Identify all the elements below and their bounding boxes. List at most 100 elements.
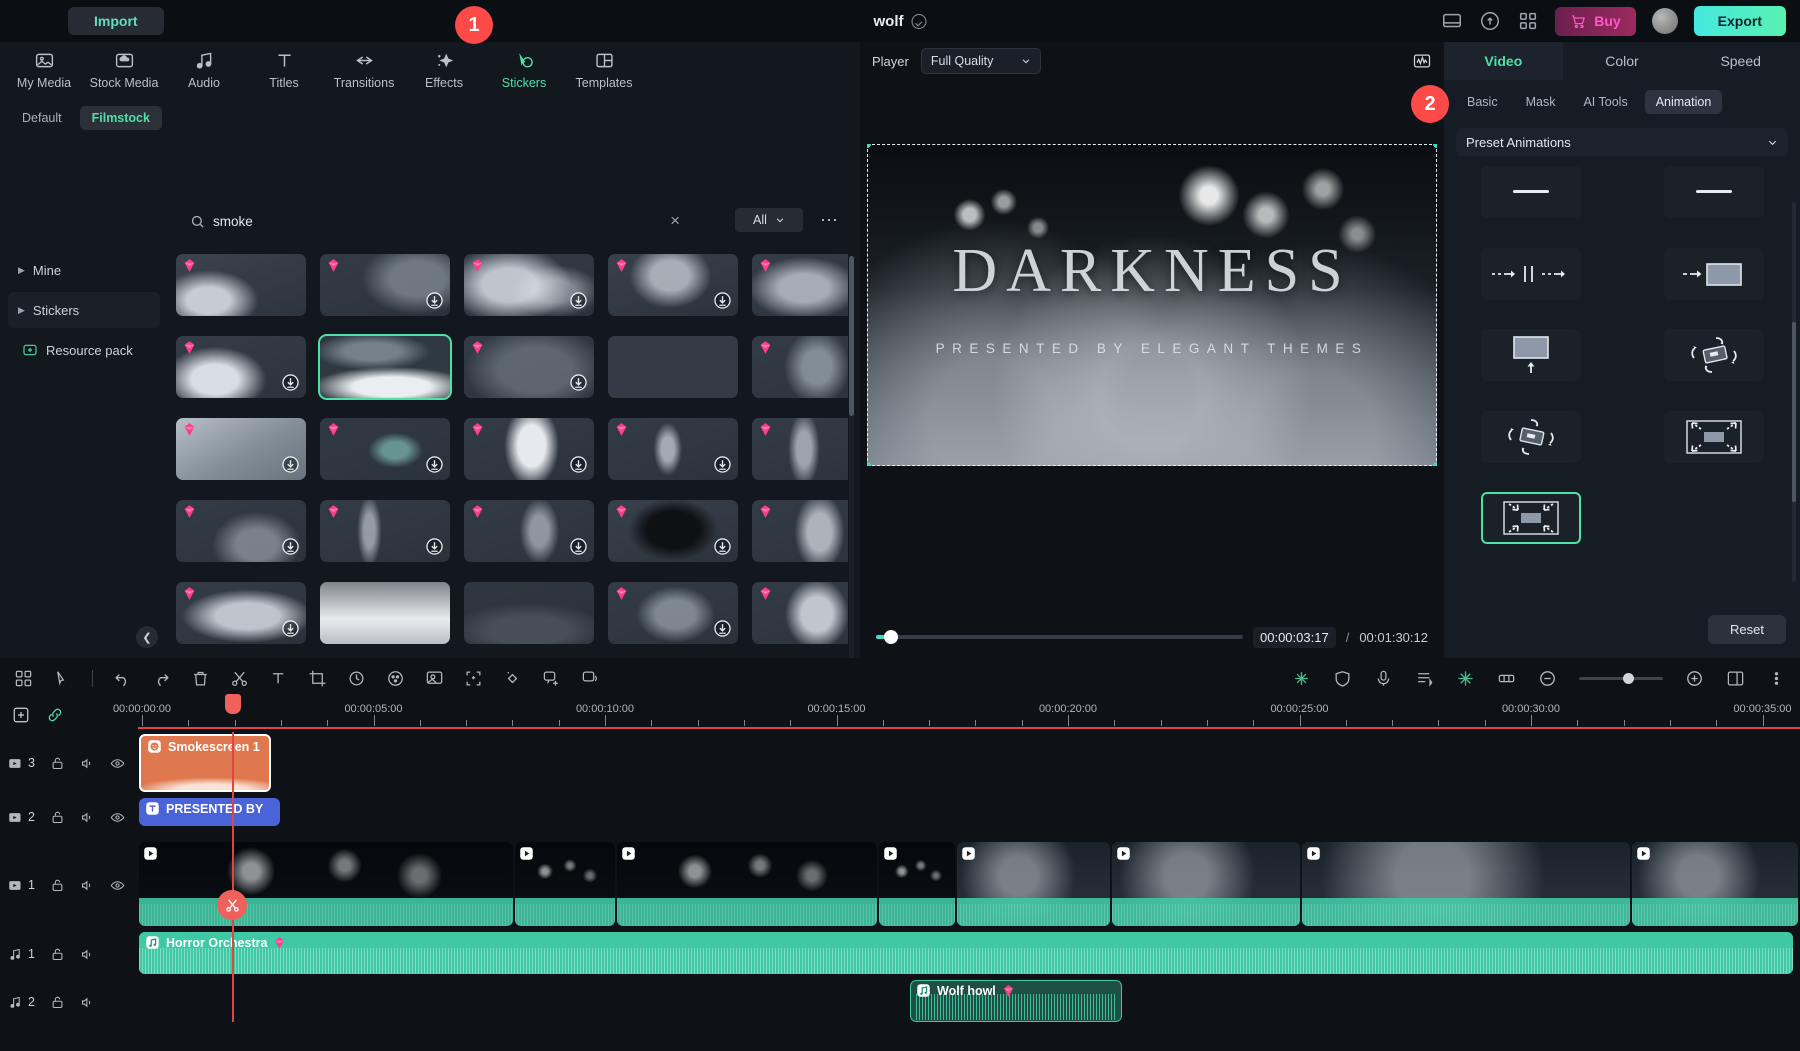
- split-at-playhead-button[interactable]: [217, 890, 247, 920]
- progress-track[interactable]: [876, 635, 1243, 639]
- nav-item-stock-media[interactable]: Stock Media: [84, 50, 164, 90]
- delete-trash-icon[interactable]: [191, 669, 210, 688]
- sticker-item[interactable]: [176, 254, 306, 322]
- keyframe-diamond-icon[interactable]: [503, 669, 522, 688]
- tab-color[interactable]: Color: [1563, 42, 1682, 80]
- timeline-ruler[interactable]: 00:00:00:0000:00:05:0000:00:10:0000:00:1…: [0, 698, 1800, 732]
- buy-button[interactable]: Buy: [1555, 7, 1635, 36]
- nav-item-audio[interactable]: Audio: [164, 50, 244, 90]
- sticker-thumbnail[interactable]: [608, 336, 738, 398]
- subtab-basic[interactable]: Basic: [1456, 90, 1509, 114]
- sticker-thumbnail[interactable]: [176, 418, 306, 480]
- sticker-item[interactable]: [176, 582, 306, 650]
- preset-zoom-in[interactable]: [1639, 411, 1788, 487]
- timeline-clip-video[interactable]: [515, 842, 615, 926]
- unlock-icon[interactable]: [50, 756, 65, 771]
- quality-dropdown[interactable]: Full Quality: [921, 48, 1041, 74]
- monitor-icon[interactable]: [1441, 10, 1463, 32]
- sticker-item[interactable]: [752, 418, 848, 486]
- presets-scrollbar[interactable]: [1792, 202, 1796, 582]
- sidebar-item-stickers[interactable]: ▶ Stickers: [8, 292, 160, 328]
- zoom-slider-knob[interactable]: [1623, 673, 1634, 684]
- add-track-icon[interactable]: [12, 706, 30, 724]
- download-icon[interactable]: [713, 455, 732, 474]
- download-icon[interactable]: [281, 373, 300, 392]
- rotate-speed-icon[interactable]: [347, 669, 366, 688]
- timeline-clip-video[interactable]: [617, 842, 877, 926]
- speaker-icon[interactable]: [80, 995, 95, 1010]
- sticker-item[interactable]: [752, 582, 848, 650]
- sticker-item[interactable]: [176, 500, 306, 568]
- unlock-icon[interactable]: [50, 947, 65, 962]
- sticker-thumbnail[interactable]: [176, 500, 306, 562]
- download-icon[interactable]: [281, 619, 300, 638]
- record-mic-icon[interactable]: [1374, 669, 1393, 688]
- sticker-item[interactable]: [752, 336, 848, 404]
- timeline-clip-presented-by[interactable]: PRESENTED BY: [139, 798, 280, 826]
- sticker-thumbnail[interactable]: [176, 336, 306, 398]
- download-icon[interactable]: [569, 455, 588, 474]
- menu-dots-icon[interactable]: [1767, 669, 1786, 688]
- eye-icon[interactable]: [110, 878, 125, 893]
- sticker-item[interactable]: [464, 418, 594, 486]
- timeline-clip-video[interactable]: [957, 842, 1110, 926]
- segment-default[interactable]: Default: [10, 106, 74, 130]
- sticker-item[interactable]: [752, 254, 848, 322]
- sidebar-item-resource-pack[interactable]: Resource pack: [8, 332, 160, 368]
- more-options-icon[interactable]: ⋯: [820, 210, 838, 231]
- sticker-item[interactable]: [608, 582, 738, 650]
- timeline-clip-wolf-howl[interactable]: Wolf howl: [910, 980, 1122, 1022]
- sticker-item[interactable]: [608, 336, 738, 404]
- timeline-clip-horror-orchestra[interactable]: Horror Orchestra: [139, 932, 1793, 974]
- sticker-thumbnail[interactable]: [464, 336, 594, 398]
- sticker-item[interactable]: [752, 500, 848, 568]
- text-tool-icon[interactable]: [269, 669, 288, 688]
- redo-icon[interactable]: [152, 669, 171, 688]
- download-icon[interactable]: [569, 373, 588, 392]
- download-icon[interactable]: [425, 291, 444, 310]
- preset-slide-right[interactable]: [1639, 248, 1788, 324]
- sticker-item[interactable]: [320, 336, 450, 404]
- green-screen-icon[interactable]: [425, 669, 444, 688]
- sidebar-item-mine[interactable]: ▶ Mine: [8, 252, 160, 288]
- sticker-item[interactable]: [320, 254, 450, 322]
- sticker-item[interactable]: [608, 254, 738, 322]
- download-icon[interactable]: [281, 537, 300, 556]
- sticker-thumbnail[interactable]: [320, 254, 450, 316]
- color-palette-icon[interactable]: [386, 669, 405, 688]
- preset-animations-header[interactable]: Preset Animations: [1456, 128, 1788, 156]
- sticker-thumbnail[interactable]: [752, 254, 848, 316]
- speaker-icon[interactable]: [80, 947, 95, 962]
- sticker-thumbnail[interactable]: [176, 254, 306, 316]
- download-icon[interactable]: [713, 291, 732, 310]
- ai-effects-icon[interactable]: [1292, 669, 1311, 688]
- auto-reframe-icon[interactable]: [464, 669, 483, 688]
- eye-icon[interactable]: [110, 756, 125, 771]
- preset-slide-up[interactable]: [1456, 329, 1605, 405]
- marker-list-icon[interactable]: [1415, 669, 1434, 688]
- sticker-thumbnail[interactable]: [752, 336, 848, 398]
- video-preview[interactable]: DARKNESS PRESENTED BY ELEGANT THEMES: [867, 144, 1437, 466]
- tab-speed[interactable]: Speed: [1681, 42, 1800, 80]
- link-chain-icon[interactable]: [46, 706, 64, 724]
- sticker-thumbnail[interactable]: [752, 418, 848, 480]
- export-button[interactable]: Export: [1694, 6, 1786, 36]
- speaker-icon[interactable]: [80, 756, 95, 771]
- sticker-thumbnail[interactable]: [608, 418, 738, 480]
- tab-video[interactable]: Video: [1444, 42, 1563, 80]
- undo-icon[interactable]: [113, 669, 132, 688]
- timeline-clip-smokescreen[interactable]: Smokescreen 1: [139, 734, 271, 792]
- download-icon[interactable]: [713, 619, 732, 638]
- sticker-item[interactable]: [320, 418, 450, 486]
- sticker-item[interactable]: [464, 500, 594, 568]
- import-button[interactable]: Import: [68, 7, 164, 35]
- nav-item-effects[interactable]: Effects: [404, 50, 484, 90]
- panel-layout-icon[interactable]: [1726, 669, 1745, 688]
- zoom-slider[interactable]: [1579, 677, 1663, 680]
- cloud-upload-icon[interactable]: [1479, 10, 1501, 32]
- playhead-handle[interactable]: [225, 694, 241, 714]
- search-box[interactable]: smoke ×: [190, 206, 680, 236]
- sticker-thumbnail[interactable]: [608, 254, 738, 316]
- grid-view-icon[interactable]: [14, 669, 33, 688]
- zoom-out-minus-icon[interactable]: [1538, 669, 1557, 688]
